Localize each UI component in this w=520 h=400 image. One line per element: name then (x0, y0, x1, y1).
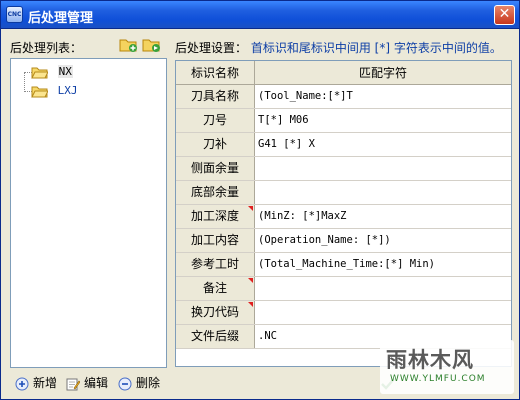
row-value-cell[interactable]: .NC (258, 325, 277, 348)
watermark-logo: 雨林木风 WWW.YLMFU.COM (380, 340, 514, 394)
tree-item-lxj[interactable]: LXJ (31, 83, 78, 99)
table-row[interactable]: 换刀代码 (176, 301, 511, 325)
folder-icon (31, 67, 48, 78)
row-value-cell[interactable]: T[*] M06 (258, 109, 309, 132)
edit-button-label: 编辑 (84, 376, 109, 390)
cnc-app-icon: CNC (6, 6, 23, 23)
delete-button-label: 删除 (136, 376, 161, 390)
plus-circle-icon (15, 377, 29, 390)
table-row[interactable]: 底部余量 (176, 181, 511, 205)
table-row[interactable]: 备注 (176, 277, 511, 301)
row-name-cell: 刀具名称 (176, 85, 255, 108)
row-name-cell: 换刀代码 (176, 301, 255, 324)
close-icon: ✕ (498, 6, 511, 22)
table-row[interactable]: 参考工时 (Total_Machine_Time:[*] Min) (176, 253, 511, 277)
tree-item-label: NX (57, 65, 73, 78)
row-name-cell: 刀补 (176, 133, 255, 156)
table-row[interactable]: 刀补 G41 [*] X (176, 133, 511, 157)
post-list-label: 后处理列表： (10, 41, 83, 55)
copy-folder-button[interactable] (142, 37, 161, 53)
tree-item-nx[interactable]: NX (31, 64, 73, 80)
cell-marker-icon (248, 302, 253, 307)
row-name-cell: 加工内容 (176, 229, 255, 252)
row-value-cell[interactable]: (Operation_Name: [*]) (258, 229, 391, 252)
add-button-label: 新增 (33, 376, 58, 390)
table-row[interactable]: 刀号 T[*] M06 (176, 109, 511, 133)
close-button[interactable]: ✕ (494, 5, 515, 25)
column-header-match[interactable]: 匹配字符 (255, 61, 511, 85)
post-tree[interactable]: NX LXJ (10, 58, 167, 368)
row-value-cell[interactable]: (Total_Machine_Time:[*] Min) (258, 253, 435, 276)
watermark-title: 雨林木风 (386, 348, 474, 372)
row-name-cell: 备注 (176, 277, 255, 300)
window-title: 后处理管理 (28, 11, 94, 26)
row-value-cell[interactable]: (MinZ: [*]MaxZ (258, 205, 347, 228)
row-name-cell: 参考工时 (176, 253, 255, 276)
row-name-cell: 侧面余量 (176, 157, 255, 180)
edit-button[interactable]: 编辑 (66, 374, 108, 392)
copy-folder-icon (142, 39, 160, 52)
add-folder-icon (119, 39, 137, 52)
table-row[interactable]: 刀具名称 (Tool_Name:[*]T (176, 85, 511, 109)
column-header-name[interactable]: 标识名称 (176, 61, 255, 85)
delete-button[interactable]: 删除 (118, 374, 160, 392)
cell-marker-icon (248, 278, 253, 283)
post-settings-header: 后处理设置： 首标识和尾标识中间用 [*] 字符表示中间的值。 (175, 39, 502, 56)
post-processor-window: CNC 后处理管理 ✕ 后处理列表： 后处理设置： 首标识和尾标识中间用 [*]… (0, 0, 520, 400)
minus-circle-icon (118, 377, 132, 390)
edit-icon (66, 378, 80, 390)
tree-item-label: LXJ (57, 84, 78, 97)
row-name-cell: 底部余量 (176, 181, 255, 204)
add-folder-button[interactable] (119, 37, 138, 53)
folder-icon (31, 86, 48, 97)
cell-marker-icon (248, 206, 253, 211)
row-name-cell: 加工深度 (176, 205, 255, 228)
row-name-cell: 刀号 (176, 109, 255, 132)
table-row[interactable]: 侧面余量 (176, 157, 511, 181)
grid-header: 标识名称 匹配字符 (176, 61, 511, 85)
settings-grid: 标识名称 匹配字符 刀具名称 (Tool_Name:[*]T 刀号 T[*] M06 刀… (175, 60, 512, 367)
title-bar[interactable]: CNC 后处理管理 ✕ (1, 1, 519, 29)
row-value-cell[interactable]: G41 [*] X (258, 133, 315, 156)
row-name-cell: 文件后缀 (176, 325, 255, 348)
watermark-url: WWW.YLMFU.COM (390, 374, 486, 384)
row-value-cell[interactable]: (Tool_Name:[*]T (258, 85, 353, 108)
table-row[interactable]: 加工内容 (Operation_Name: [*]) (176, 229, 511, 253)
post-settings-label: 后处理设置： (175, 41, 248, 55)
tree-connector (24, 72, 25, 92)
add-button[interactable]: 新增 (15, 374, 57, 392)
table-row[interactable]: 加工深度 (MinZ: [*]MaxZ (176, 205, 511, 229)
settings-hint: 首标识和尾标识中间用 [*] 字符表示中间的值。 (250, 41, 502, 55)
